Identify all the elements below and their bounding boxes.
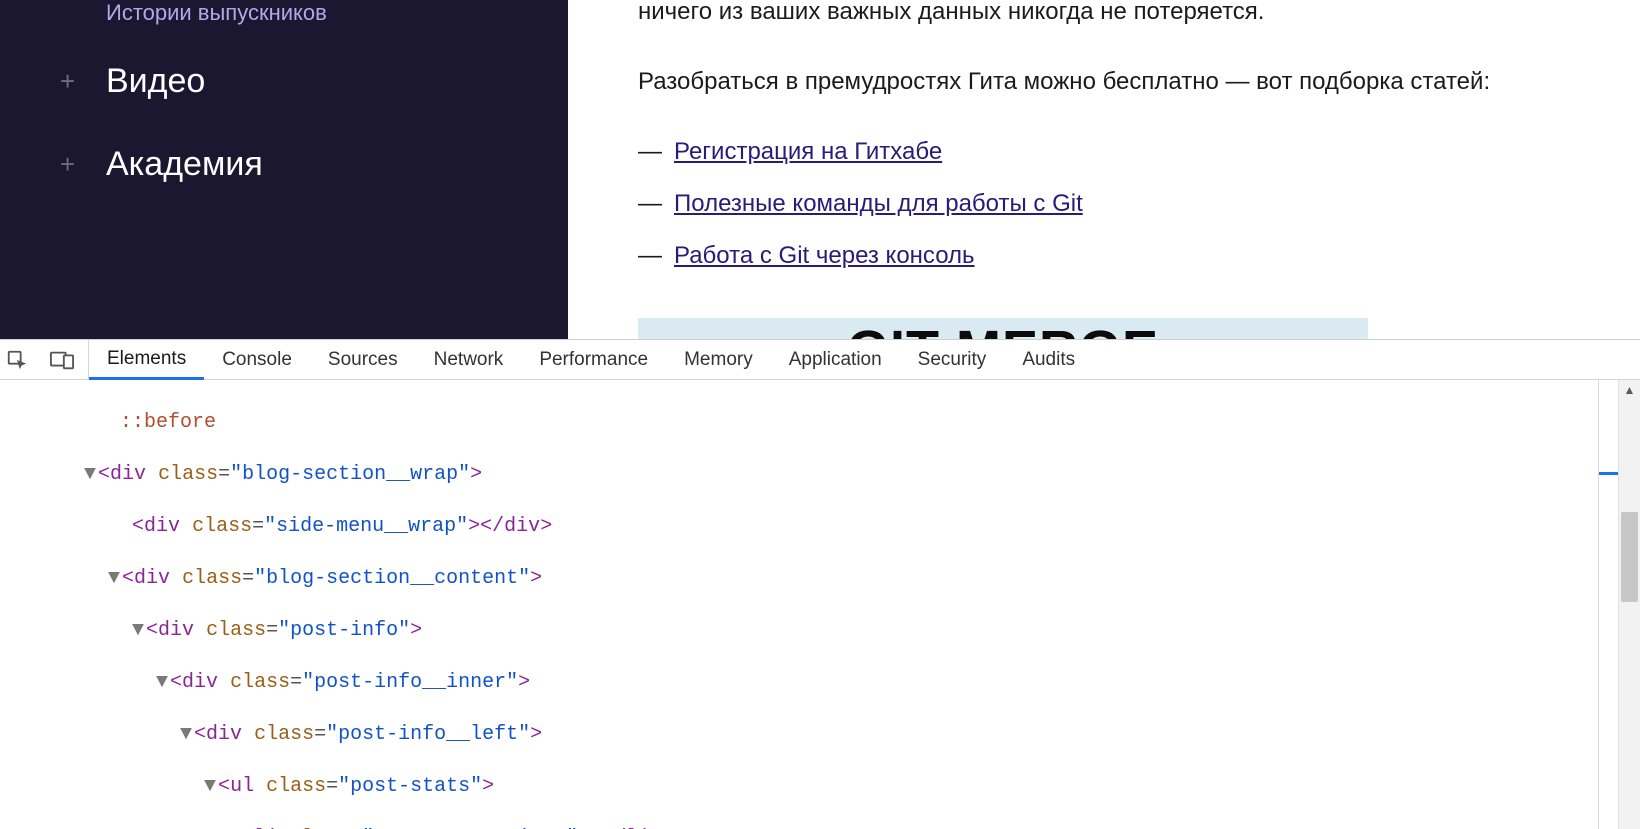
- plus-icon: +: [60, 66, 106, 97]
- tab-application[interactable]: Application: [771, 340, 900, 379]
- scroll-up-icon[interactable]: ▲: [1619, 380, 1640, 400]
- devtools-panel: Elements Console Sources Network Perform…: [0, 339, 1640, 829]
- article-link-github-registration[interactable]: Регистрация на Гитхабе: [674, 134, 942, 170]
- pseudo-before: ::before: [120, 411, 216, 434]
- minimap-gutter: [1598, 380, 1618, 829]
- dash-icon: —: [638, 186, 674, 222]
- list-item: — Работа с Git через консоль: [638, 238, 1600, 274]
- tab-console[interactable]: Console: [204, 340, 310, 379]
- sidebar-item-label: Академия: [106, 145, 263, 184]
- dash-icon: —: [638, 238, 674, 274]
- sidebar-item-academy[interactable]: + Академия: [60, 123, 568, 206]
- tab-elements[interactable]: Elements: [89, 341, 204, 380]
- tab-performance[interactable]: Performance: [521, 340, 666, 379]
- dom-tree[interactable]: ::before ▼<div class="blog-section__wrap…: [0, 380, 1640, 829]
- list-item: — Регистрация на Гитхабе: [638, 134, 1600, 170]
- tab-memory[interactable]: Memory: [666, 340, 771, 379]
- vertical-scrollbar[interactable]: ▲: [1618, 380, 1640, 829]
- expand-arrow-icon[interactable]: ▼: [180, 722, 194, 748]
- tab-network[interactable]: Network: [416, 340, 522, 379]
- article-link-git-console[interactable]: Работа с Git через консоль: [674, 238, 975, 274]
- sidebar-item-video[interactable]: + Видео: [60, 40, 568, 123]
- expand-arrow-icon[interactable]: ▼: [156, 670, 170, 696]
- expand-arrow-icon[interactable]: ▼: [108, 566, 122, 592]
- inspect-element-icon[interactable]: [6, 349, 28, 371]
- dom-node[interactable]: ▼<div class="post-info__inner">: [0, 670, 1640, 696]
- sidebar-item-graduate-stories[interactable]: Истории выпускников: [60, 0, 568, 40]
- dom-node[interactable]: ▼<div class="blog-section__content">: [0, 566, 1640, 592]
- dom-node[interactable]: ::before: [0, 410, 1640, 436]
- article-paragraph: ничего из ваших важных данных никогда не…: [638, 0, 1600, 30]
- article-link-list: — Регистрация на Гитхабе — Полезные кома…: [638, 134, 1600, 274]
- expand-arrow-icon[interactable]: ▼: [204, 774, 218, 800]
- dash-icon: —: [638, 134, 674, 170]
- dom-node[interactable]: ▼<ul class="post-stats">: [0, 774, 1640, 800]
- devtools-body: ::before ▼<div class="blog-section__wrap…: [0, 380, 1640, 829]
- page-top: Истории выпускников + Видео + Академия н…: [0, 0, 1640, 339]
- tab-audits[interactable]: Audits: [1004, 340, 1093, 379]
- article-content: ничего из ваших важных данных никогда не…: [568, 0, 1640, 339]
- sidebar-item-label: Видео: [106, 62, 205, 101]
- scroll-thumb[interactable]: [1621, 512, 1638, 602]
- article-paragraph: Разобраться в премудростях Гита можно бе…: [638, 64, 1600, 100]
- dom-node[interactable]: <div class="side-menu__wrap"></div>: [0, 514, 1640, 540]
- device-toolbar-icon[interactable]: [50, 350, 74, 370]
- expand-arrow-icon[interactable]: ▼: [84, 462, 98, 488]
- dom-node[interactable]: ▼<div class="post-info">: [0, 618, 1640, 644]
- minimap-mark: [1599, 472, 1618, 475]
- dom-node[interactable]: ▼<div class="blog-section__wrap">: [0, 462, 1640, 488]
- devtools-tabs: Elements Console Sources Network Perform…: [0, 340, 1640, 380]
- tab-security[interactable]: Security: [900, 340, 1005, 379]
- list-item: — Полезные команды для работы с Git: [638, 186, 1600, 222]
- plus-icon: +: [60, 149, 106, 180]
- devtools-icon-area: [0, 340, 89, 379]
- tab-sources[interactable]: Sources: [310, 340, 416, 379]
- expand-arrow-icon[interactable]: ▼: [132, 618, 146, 644]
- dom-node[interactable]: ▼<div class="post-info__left">: [0, 722, 1640, 748]
- sidebar: Истории выпускников + Видео + Академия: [0, 0, 568, 339]
- article-link-git-commands[interactable]: Полезные команды для работы с Git: [674, 186, 1083, 222]
